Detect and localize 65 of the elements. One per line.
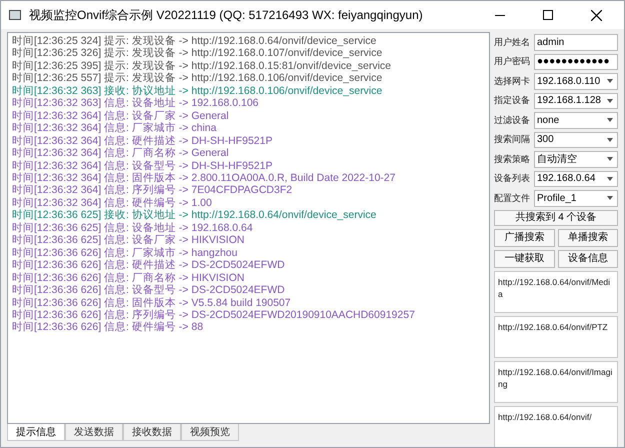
field-label: 选择网卡 <box>494 74 531 88</box>
log-line: 时间[12:36:32 364] 信息: 硬件编号 -> 1.00 <box>12 196 213 209</box>
dropdown[interactable]: none <box>534 112 618 128</box>
dropdown[interactable]: 300 <box>534 132 618 148</box>
field-label: 搜索间隔 <box>494 133 531 146</box>
log-line: 时间[12:36:32 364] 信息: 厂家城市 -> china <box>12 122 218 135</box>
action-button[interactable]: 广播搜索 <box>494 228 554 246</box>
dropdown-caret-icon <box>607 176 613 181</box>
window-title: 视频监控Onvif综合示例 V20221119 (QQ: 517216493 WX: feiyangqingyun) <box>29 7 423 24</box>
field-label: 设备列表 <box>494 172 531 185</box>
dropdown[interactable]: 192.168.0.110 <box>534 73 618 90</box>
log-line: 时间[12:36:25 395] 提示: 发现设备 -> http://192.168.0.15:81/onvif/device_service <box>12 60 392 72</box>
dropdown[interactable]: 自动清空 <box>534 151 618 168</box>
action-button[interactable]: 设备信息 <box>558 250 618 268</box>
field-label: 用户姓名 <box>494 36 531 48</box>
log-line: 时间[12:36:32 364] 信息: 厂商名称 -> General <box>12 147 230 160</box>
address-box: http://192.168.0.64/onvif/Imaging <box>494 360 618 402</box>
tab[interactable]: 发送数据 <box>65 424 123 441</box>
log-line: 时间[12:36:25 557] 提示: 发现设备 -> http://192.168.0.106/onvif/device_service <box>12 72 384 85</box>
log-line: 时间[12:36:32 364] 信息: 设备型号 -> DH-SH-HF9521P <box>12 160 274 172</box>
dropdown-caret-icon <box>607 98 613 103</box>
log-line: 时间[12:36:36 626] 信息: 厂商名称 -> HIKVISION <box>12 272 246 284</box>
log-line: 时间[12:36:32 364] 信息: 硬件描述 -> DH-SH-HF9521P <box>12 134 274 147</box>
log-line: 时间[12:36:25 326] 提示: 发现设备 -> http://192.168.0.107/onvif/device_service <box>12 47 384 60</box>
log-line: 时间[12:36:36 626] 信息: 固件版本 -> V5.5.84 build 190507 <box>12 296 292 309</box>
log-line: 时间[12:36:36 626] 信息: 序列编号 -> DS-2CD5024EFWD20190910AACHD60919257 <box>12 308 416 321</box>
log-line: 时间[12:36:36 626] 信息: 厂家城市 -> hangzhou <box>12 246 238 259</box>
address-box: http://192.168.0.64/onvif/Media <box>494 270 618 312</box>
dropdown-caret-icon <box>607 79 613 84</box>
address-box: http://192.168.0.64/onvif/PTZ <box>494 316 618 358</box>
found-count-label: 共搜索到 4 个设备 <box>494 210 618 226</box>
log-line: 时间[12:36:36 625] 信息: 设备厂家 -> HIKVISION <box>12 234 246 247</box>
tab[interactable]: 接收数据 <box>123 424 181 441</box>
log-line: 时间[12:36:32 364] 信息: 序列编号 -> 7E04CFDPAGCD3F2 <box>12 184 294 197</box>
dropdown-caret-icon <box>607 157 613 162</box>
dropdown[interactable]: 192.168.1.128 <box>534 92 618 109</box>
log-line: 时间[12:36:32 363] 接收: 协议地址 -> http://192.168.0.106/onvif/device_service <box>12 84 384 97</box>
text-field[interactable]: admin <box>534 34 618 50</box>
log-line: 时间[12:36:32 363] 信息: 设备地址 -> 192.168.0.106 <box>12 97 260 110</box>
action-button[interactable]: 单播搜索 <box>558 228 618 246</box>
log-line: 时间[12:36:36 625] 信息: 设备地址 -> 192.168.0.64 <box>12 222 254 234</box>
tab[interactable]: 提示信息 <box>7 424 65 441</box>
field-label: 过滤设备 <box>494 114 531 126</box>
log-line: 时间[12:36:36 626] 信息: 硬件描述 -> DS-2CD5024EFWD <box>12 259 286 272</box>
field-label: 搜索策略 <box>494 152 531 166</box>
close-icon[interactable] <box>590 10 602 20</box>
log-line: 时间[12:36:25 324] 提示: 发现设备 -> http://192.168.0.64/onvif/device_service <box>12 35 378 47</box>
address-box: http://192.168.0.64/onvif/ <box>494 406 618 447</box>
field-label: 配置文件 <box>494 192 531 204</box>
log-line: 时间[12:36:32 364] 信息: 设备厂家 -> General <box>12 110 230 122</box>
log-line: 时间[12:36:36 626] 信息: 硬件编号 -> 88 <box>12 321 204 334</box>
log-line: 时间[12:36:36 625] 接收: 协议地址 -> http://192.168.0.64/onvif/device_service <box>12 209 378 222</box>
dropdown-caret-icon <box>607 138 613 142</box>
tab[interactable]: 视频预览 <box>181 424 239 441</box>
dropdown[interactable]: Profile_1 <box>534 190 618 206</box>
dropdown[interactable]: 192.168.0.64 <box>534 170 618 187</box>
field-label: 指定设备 <box>494 94 531 107</box>
dropdown-caret-icon <box>607 118 613 122</box>
action-button[interactable]: 一键获取 <box>494 250 554 268</box>
dropdown-caret-icon <box>607 196 613 200</box>
log-line: 时间[12:36:36 626] 信息: 设备型号 -> DS-2CD5024EFWD <box>12 284 286 297</box>
log-line: 时间[12:36:32 364] 信息: 固件版本 -> 2.800.11OA00A.0.R, Build Date 2022-10-27 <box>12 172 396 184</box>
text-field[interactable]: ●●●●●●●●●●●● <box>534 54 618 70</box>
app-icon <box>9 10 21 20</box>
field-label: 用户密码 <box>494 55 531 68</box>
